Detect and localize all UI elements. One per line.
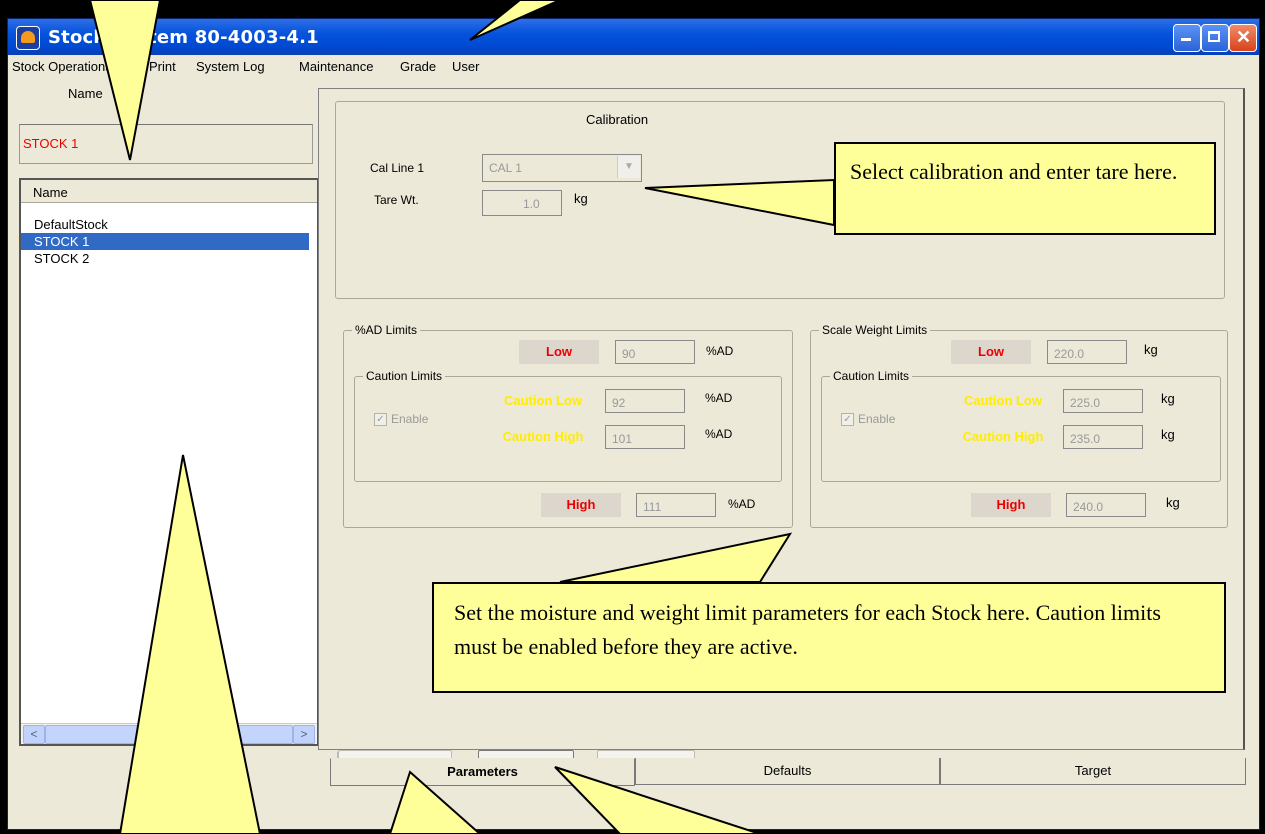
ad-enable-checkbox[interactable]: ✓ [374,413,387,426]
weight-low-unit: kg [1144,342,1158,357]
ad-low-value: 90 [622,347,636,361]
stock-list[interactable]: Name DefaultStock STOCK 1 STOCK 2 < > [19,178,319,746]
weight-caution-high-unit: kg [1161,427,1175,442]
callout-limits: Set the moisture and weight limit parame… [432,582,1226,693]
weight-caution-low-value: 225.0 [1070,396,1101,410]
ad-caution-high-unit: %AD [705,427,733,441]
ad-caution-title: Caution Limits [363,369,446,383]
list-header-label: Name [33,185,68,200]
ad-caution-low-unit: %AD [705,391,733,405]
callout-calibration: Select calibration and enter tare here. [834,142,1216,235]
menu-maintenance[interactable]: Maintenance [299,59,373,74]
menu-print[interactable]: Print [149,59,176,74]
weight-high-value: 240.0 [1073,500,1104,514]
tare-input[interactable]: 1.0 [482,190,562,216]
ad-low-tag: Low [519,340,599,364]
callout-calibration-text: Select calibration and enter tare here. [850,159,1178,184]
name-field[interactable]: STOCK 1 [19,124,313,164]
menu-system-log[interactable]: System Log [196,59,265,74]
cal-line-label: Cal Line 1 [370,161,425,175]
weight-caution-high-tag: Caution High [944,425,1062,449]
minimize-button[interactable] [1173,24,1201,52]
ad-low-unit: %AD [706,344,734,358]
tab-parameters[interactable]: Parameters [330,758,635,786]
tab-target[interactable]: Target [940,758,1246,785]
callout-limits-text: Set the moisture and weight limit parame… [454,600,1161,659]
weight-high-input[interactable]: 240.0 [1066,493,1146,517]
ad-high-tag: High [541,493,621,517]
ad-limits-title: %AD Limits [352,323,421,337]
weight-caution-group: Caution Limits ✓ Enable Caution Low 225.… [821,369,1221,482]
weight-enable-checkbox[interactable]: ✓ [841,413,854,426]
menu-grade[interactable]: Grade [400,59,436,74]
close-button[interactable]: ✕ [1229,24,1257,52]
weight-high-tag: High [971,493,1051,517]
list-item-label: STOCK 2 [34,251,90,266]
scroll-thumb[interactable] [45,725,293,744]
ad-high-value: 111 [643,500,662,514]
menu-user[interactable]: User [452,59,479,74]
ad-caution-high-tag: Caution High [482,425,604,449]
ad-limits-group: %AD Limits Low 90 %AD Caution Limits ✓ E… [343,323,793,528]
cal-line-value: CAL 1 [489,161,522,175]
tab-defaults[interactable]: Defaults [635,758,940,785]
ad-caution-high-value: 101 [612,432,633,446]
name-label: Name [68,86,103,101]
list-item[interactable]: STOCK 2 [21,250,309,267]
tare-label: Tare Wt. [374,193,419,207]
tab-bar: Parameters Defaults Target [330,758,1246,786]
window-title: Stock System 80-4003-4.1 [48,27,319,48]
weight-caution-title: Caution Limits [830,369,913,383]
ad-caution-high-input[interactable]: 101 [605,425,685,449]
weight-low-input[interactable]: 220.0 [1047,340,1127,364]
weight-low-value: 220.0 [1054,347,1085,361]
ad-high-unit: %AD [728,497,756,511]
calibration-title: Calibration [586,112,649,127]
maximize-button[interactable] [1201,24,1229,52]
weight-high-unit: kg [1166,495,1180,510]
list-item[interactable]: DefaultStock [21,216,309,233]
title-bar[interactable]: Stock System 80-4003-4.1 ✕ [8,19,1259,55]
ad-caution-low-input[interactable]: 92 [605,389,685,413]
list-item-label: DefaultStock [34,217,108,232]
scroll-left-button[interactable]: < [23,725,45,744]
chevron-down-icon[interactable]: ▼ [617,156,640,178]
app-window: Stock System 80-4003-4.1 ✕ Stock Operati… [0,0,1265,834]
list-header[interactable]: Name [21,180,317,203]
scroll-right-button[interactable]: > [293,725,315,744]
ad-enable-label: Enable [391,412,429,426]
weight-limits-title: Scale Weight Limits [819,323,931,337]
cal-line-select[interactable]: CAL 1 ▼ [482,154,642,182]
ad-caution-group: Caution Limits ✓ Enable Caution Low 92 %… [354,369,782,482]
weight-caution-low-unit: kg [1161,391,1175,406]
weight-caution-low-input[interactable]: 225.0 [1063,389,1143,413]
horizontal-scrollbar[interactable]: < > [21,723,317,744]
ad-high-input[interactable]: 111 [636,493,716,517]
list-item-label: STOCK 1 [34,234,90,249]
menu-bar: Stock Operations Print System Log Mainte… [8,55,1259,79]
ad-caution-low-tag: Caution Low [482,389,604,413]
weight-caution-high-value: 235.0 [1070,432,1101,446]
weight-limits-group: Scale Weight Limits Low 220.0 kg Caution… [810,323,1228,528]
list-item-selected[interactable]: STOCK 1 [21,233,309,250]
weight-low-tag: Low [951,340,1031,364]
ad-low-input[interactable]: 90 [615,340,695,364]
app-icon [16,26,40,50]
menu-stock-operations[interactable]: Stock Operations [12,59,112,74]
close-icon: ✕ [1236,27,1252,47]
weight-enable-label: Enable [858,412,896,426]
name-value: STOCK 1 [23,136,79,151]
ad-caution-low-value: 92 [612,396,626,410]
tare-unit: kg [574,191,588,206]
tare-value: 1.0 [523,197,540,211]
weight-caution-low-tag: Caution Low [944,389,1062,413]
weight-caution-high-input[interactable]: 235.0 [1063,425,1143,449]
